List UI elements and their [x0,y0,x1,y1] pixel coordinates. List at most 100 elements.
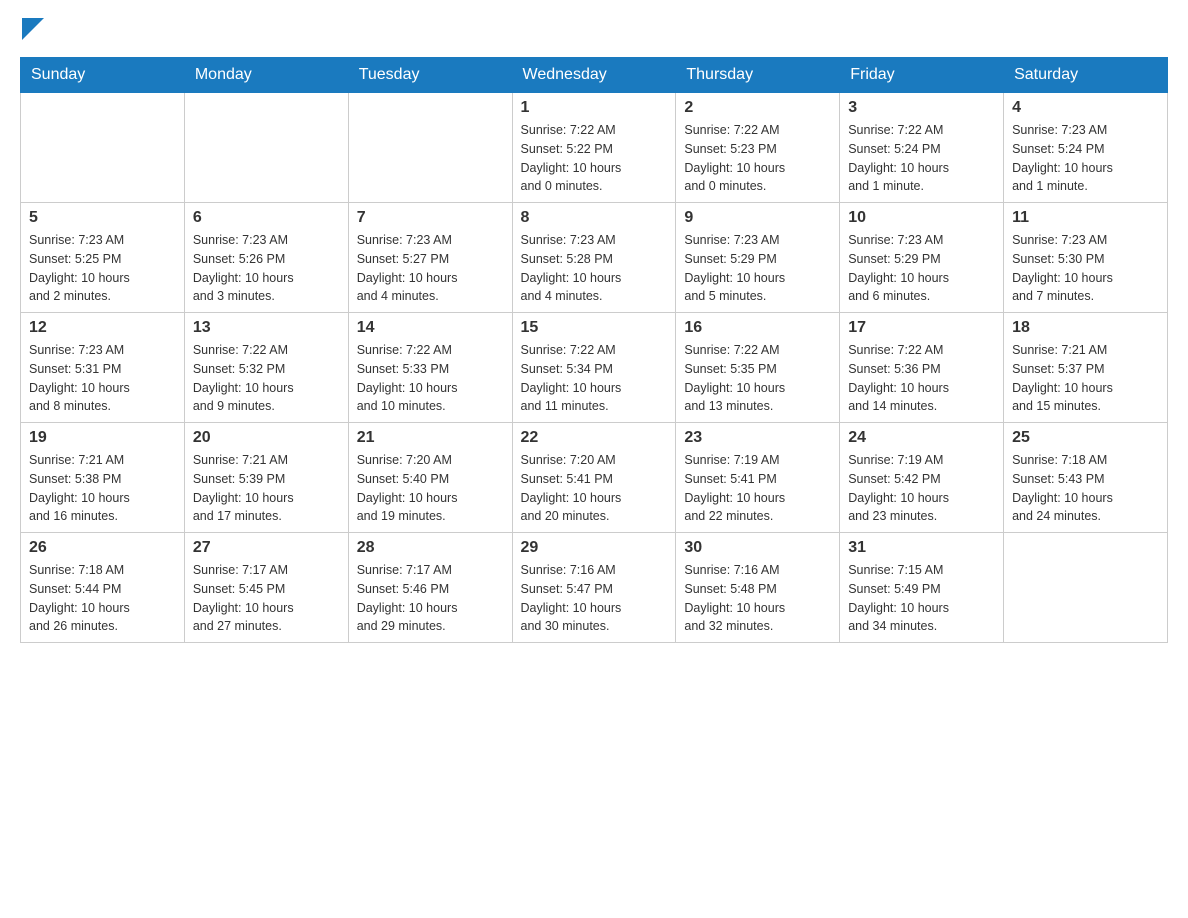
calendar-cell [21,93,185,203]
calendar-cell: 7 Sunrise: 7:23 AM Sunset: 5:27 PM Daylig… [348,203,512,313]
day-number: 4 [1012,99,1159,117]
calendar-week-row: 12 Sunrise: 7:23 AM Sunset: 5:31 PM Dayli… [21,313,1168,423]
day-number: 23 [684,429,831,447]
day-info: Sunrise: 7:22 AM Sunset: 5:35 PM Dayligh… [684,341,831,416]
column-header-thursday: Thursday [676,58,840,93]
day-info: Sunrise: 7:22 AM Sunset: 5:32 PM Dayligh… [193,341,340,416]
day-info: Sunrise: 7:22 AM Sunset: 5:24 PM Dayligh… [848,121,995,196]
day-info: Sunrise: 7:23 AM Sunset: 5:26 PM Dayligh… [193,231,340,306]
day-number: 21 [357,429,504,447]
day-number: 24 [848,429,995,447]
calendar-cell: 1 Sunrise: 7:22 AM Sunset: 5:22 PM Daylig… [512,93,676,203]
calendar-cell: 10 Sunrise: 7:23 AM Sunset: 5:29 PM Dayli… [840,203,1004,313]
page-header [20,20,1168,47]
calendar-cell: 24 Sunrise: 7:19 AM Sunset: 5:42 PM Dayli… [840,423,1004,533]
calendar-cell: 18 Sunrise: 7:21 AM Sunset: 5:37 PM Dayli… [1004,313,1168,423]
calendar-cell: 29Sunrise: 7:16 AM Sunset: 5:47 PM Dayli… [512,533,676,643]
day-info: Sunrise: 7:23 AM Sunset: 5:29 PM Dayligh… [684,231,831,306]
day-number: 30 [684,539,831,557]
day-number: 3 [848,99,995,117]
calendar-cell: 13 Sunrise: 7:22 AM Sunset: 5:32 PM Dayli… [184,313,348,423]
day-info: Sunrise: 7:23 AM Sunset: 5:27 PM Dayligh… [357,231,504,306]
day-info: Sunrise: 7:21 AM Sunset: 5:39 PM Dayligh… [193,451,340,526]
calendar-cell: 25 Sunrise: 7:18 AM Sunset: 5:43 PM Dayli… [1004,423,1168,533]
column-header-sunday: Sunday [21,58,185,93]
day-info: Sunrise: 7:23 AM Sunset: 5:30 PM Dayligh… [1012,231,1159,306]
day-number: 18 [1012,319,1159,337]
calendar-header-row: SundayMondayTuesdayWednesdayThursdayFrid… [21,58,1168,93]
day-info: Sunrise: 7:15 AM Sunset: 5:49 PM Dayligh… [848,561,995,636]
day-number: 20 [193,429,340,447]
day-info: Sunrise: 7:16 AM Sunset: 5:48 PM Dayligh… [684,561,831,636]
calendar-cell [1004,533,1168,643]
calendar-cell: 2Sunrise: 7:22 AM Sunset: 5:23 PM Daylig… [676,93,840,203]
calendar-week-row: 1 Sunrise: 7:22 AM Sunset: 5:22 PM Daylig… [21,93,1168,203]
calendar-cell: 11 Sunrise: 7:23 AM Sunset: 5:30 PM Dayli… [1004,203,1168,313]
day-info: Sunrise: 7:20 AM Sunset: 5:40 PM Dayligh… [357,451,504,526]
calendar-week-row: 19Sunrise: 7:21 AM Sunset: 5:38 PM Dayli… [21,423,1168,533]
calendar-cell: 15Sunrise: 7:22 AM Sunset: 5:34 PM Dayli… [512,313,676,423]
day-number: 25 [1012,429,1159,447]
day-number: 5 [29,209,176,227]
day-info: Sunrise: 7:22 AM Sunset: 5:36 PM Dayligh… [848,341,995,416]
day-info: Sunrise: 7:18 AM Sunset: 5:43 PM Dayligh… [1012,451,1159,526]
day-info: Sunrise: 7:23 AM Sunset: 5:25 PM Dayligh… [29,231,176,306]
calendar-cell: 14 Sunrise: 7:22 AM Sunset: 5:33 PM Dayli… [348,313,512,423]
calendar-cell: 6 Sunrise: 7:23 AM Sunset: 5:26 PM Daylig… [184,203,348,313]
day-number: 19 [29,429,176,447]
day-info: Sunrise: 7:17 AM Sunset: 5:46 PM Dayligh… [357,561,504,636]
day-info: Sunrise: 7:22 AM Sunset: 5:34 PM Dayligh… [521,341,668,416]
calendar-cell: 31 Sunrise: 7:15 AM Sunset: 5:49 PM Dayli… [840,533,1004,643]
calendar-cell: 17 Sunrise: 7:22 AM Sunset: 5:36 PM Dayli… [840,313,1004,423]
day-info: Sunrise: 7:23 AM Sunset: 5:28 PM Dayligh… [521,231,668,306]
calendar-week-row: 26 Sunrise: 7:18 AM Sunset: 5:44 PM Dayli… [21,533,1168,643]
calendar-cell: 27 Sunrise: 7:17 AM Sunset: 5:45 PM Dayli… [184,533,348,643]
day-info: Sunrise: 7:22 AM Sunset: 5:33 PM Dayligh… [357,341,504,416]
day-info: Sunrise: 7:21 AM Sunset: 5:37 PM Dayligh… [1012,341,1159,416]
calendar-cell: 8 Sunrise: 7:23 AM Sunset: 5:28 PM Daylig… [512,203,676,313]
day-number: 1 [521,99,668,117]
day-info: Sunrise: 7:18 AM Sunset: 5:44 PM Dayligh… [29,561,176,636]
calendar-cell: 26 Sunrise: 7:18 AM Sunset: 5:44 PM Dayli… [21,533,185,643]
day-number: 14 [357,319,504,337]
day-number: 9 [684,209,831,227]
day-number: 7 [357,209,504,227]
calendar-cell [184,93,348,203]
day-number: 27 [193,539,340,557]
day-number: 28 [357,539,504,557]
day-info: Sunrise: 7:19 AM Sunset: 5:41 PM Dayligh… [684,451,831,526]
calendar-cell: 23 Sunrise: 7:19 AM Sunset: 5:41 PM Dayli… [676,423,840,533]
calendar-cell [348,93,512,203]
day-number: 12 [29,319,176,337]
day-number: 8 [521,209,668,227]
day-info: Sunrise: 7:23 AM Sunset: 5:31 PM Dayligh… [29,341,176,416]
day-number: 6 [193,209,340,227]
calendar-cell: 20 Sunrise: 7:21 AM Sunset: 5:39 PM Dayli… [184,423,348,533]
day-number: 16 [684,319,831,337]
calendar-cell: 4 Sunrise: 7:23 AM Sunset: 5:24 PM Daylig… [1004,93,1168,203]
day-number: 26 [29,539,176,557]
calendar-table: SundayMondayTuesdayWednesdayThursdayFrid… [20,57,1168,643]
day-info: Sunrise: 7:23 AM Sunset: 5:24 PM Dayligh… [1012,121,1159,196]
calendar-cell: 21 Sunrise: 7:20 AM Sunset: 5:40 PM Dayli… [348,423,512,533]
day-number: 2 [684,99,831,117]
day-number: 11 [1012,209,1159,227]
calendar-week-row: 5 Sunrise: 7:23 AM Sunset: 5:25 PM Daylig… [21,203,1168,313]
calendar-cell: 5 Sunrise: 7:23 AM Sunset: 5:25 PM Daylig… [21,203,185,313]
column-header-friday: Friday [840,58,1004,93]
day-info: Sunrise: 7:19 AM Sunset: 5:42 PM Dayligh… [848,451,995,526]
calendar-cell: 19Sunrise: 7:21 AM Sunset: 5:38 PM Dayli… [21,423,185,533]
column-header-wednesday: Wednesday [512,58,676,93]
column-header-monday: Monday [184,58,348,93]
day-number: 13 [193,319,340,337]
day-info: Sunrise: 7:17 AM Sunset: 5:45 PM Dayligh… [193,561,340,636]
day-number: 31 [848,539,995,557]
day-info: Sunrise: 7:22 AM Sunset: 5:22 PM Dayligh… [521,121,668,196]
day-info: Sunrise: 7:16 AM Sunset: 5:47 PM Dayligh… [521,561,668,636]
day-number: 22 [521,429,668,447]
calendar-cell: 9 Sunrise: 7:23 AM Sunset: 5:29 PM Daylig… [676,203,840,313]
day-number: 17 [848,319,995,337]
day-number: 10 [848,209,995,227]
day-info: Sunrise: 7:20 AM Sunset: 5:41 PM Dayligh… [521,451,668,526]
day-info: Sunrise: 7:23 AM Sunset: 5:29 PM Dayligh… [848,231,995,306]
